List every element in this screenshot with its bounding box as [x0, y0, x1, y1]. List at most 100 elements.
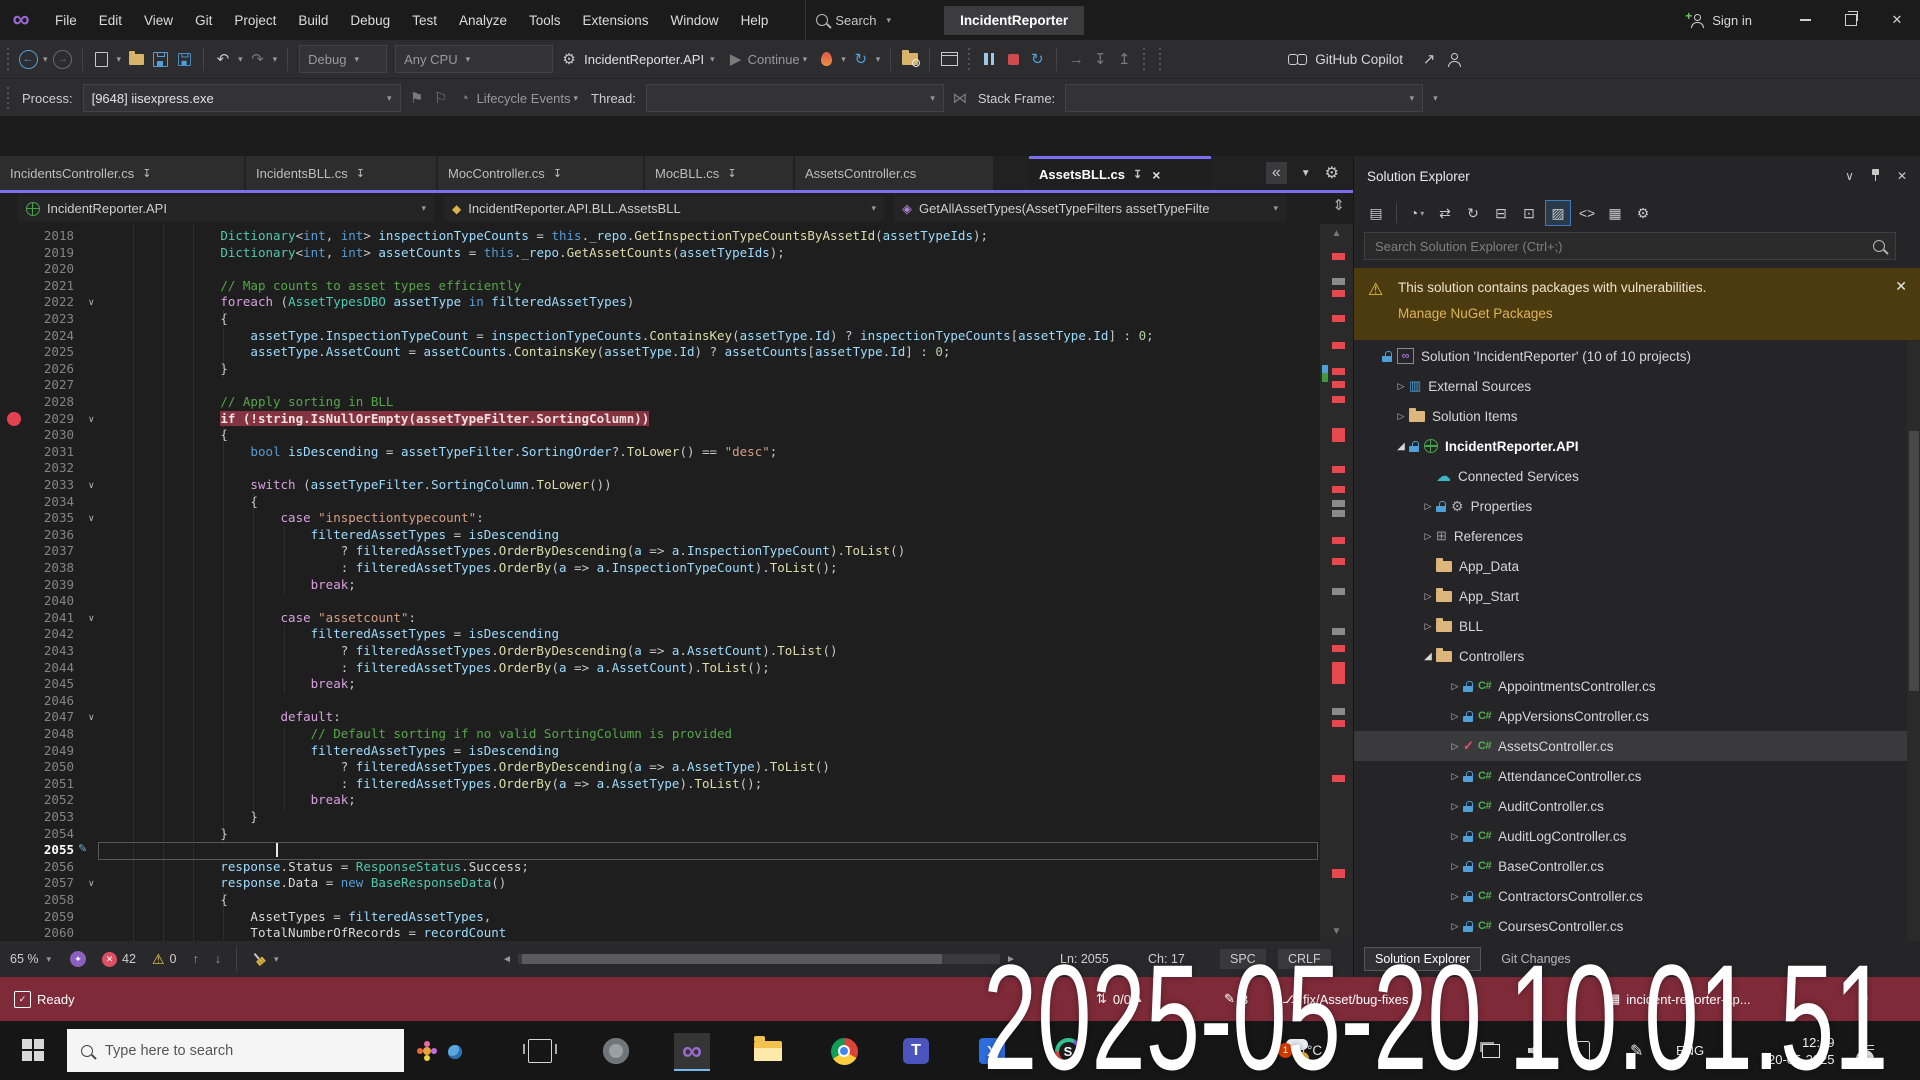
- breakpoint-margin[interactable]: [0, 726, 26, 743]
- collapsed-arrow-icon[interactable]: ▷: [1420, 621, 1436, 632]
- menu-item-file[interactable]: File: [44, 0, 88, 40]
- fold-marker[interactable]: ∨: [74, 411, 104, 428]
- pin-icon[interactable]: [1871, 169, 1880, 181]
- redo-button[interactable]: ↷: [248, 46, 268, 72]
- menu-item-help[interactable]: Help: [730, 0, 780, 40]
- zoom-dropdown[interactable]: 65 % ▾: [10, 952, 54, 966]
- tree-item-appointmentscontroller-cs[interactable]: ▷ C# AppointmentsController.cs: [1354, 671, 1907, 701]
- show-output-button[interactable]: [939, 46, 959, 72]
- collapsed-arrow-icon[interactable]: ▷: [1420, 501, 1436, 512]
- breakpoint-margin[interactable]: [0, 826, 26, 843]
- preview-selected-items-icon[interactable]: ▨: [1545, 200, 1571, 226]
- collapsed-arrow-icon[interactable]: ▷: [1447, 831, 1463, 842]
- fold-marker[interactable]: ∨: [74, 510, 104, 527]
- taskbar-app-app-gray[interactable]: [598, 1033, 634, 1069]
- menu-item-test[interactable]: Test: [401, 0, 448, 40]
- search-highlight-icon[interactable]: [448, 1045, 462, 1059]
- warning-count[interactable]: ⚠ 0: [152, 951, 177, 968]
- tree-item-properties[interactable]: ▷ ⚙ Properties: [1354, 491, 1907, 521]
- menu-item-extensions[interactable]: Extensions: [572, 0, 660, 40]
- menu-item-edit[interactable]: Edit: [88, 0, 133, 40]
- panel-close-icon[interactable]: ✕: [1897, 169, 1907, 183]
- flag-icon[interactable]: ⚑: [407, 85, 427, 111]
- breadcrumb-1[interactable]: IncidentReporter.API ▾: [18, 196, 434, 221]
- search-box[interactable]: Search ▾: [805, 0, 904, 40]
- tree-item-solution-incidentreporter-10-of-10-proje[interactable]: ∞ Solution 'IncidentReporter' (10 of 10 p…: [1354, 341, 1907, 371]
- breakpoint-margin[interactable]: [0, 228, 26, 245]
- breakpoint-margin[interactable]: [0, 543, 26, 560]
- document-health-icon[interactable]: ✦: [70, 951, 87, 967]
- tree-item-controllers[interactable]: ◢ Controllers: [1354, 641, 1907, 671]
- menu-item-git[interactable]: Git: [184, 0, 223, 40]
- breakpoint-margin[interactable]: [0, 660, 26, 677]
- menu-item-debug[interactable]: Debug: [339, 0, 401, 40]
- platform-dropdown[interactable]: Any CPU ▾: [395, 45, 554, 73]
- tree-item-auditlogcontroller-cs[interactable]: ▷ C# AuditLogController.cs: [1354, 821, 1907, 851]
- refresh-icon[interactable]: ↻: [1461, 201, 1485, 225]
- stop-debug-button[interactable]: [1003, 46, 1023, 72]
- tree-item-contractorscontroller-cs[interactable]: ▷ C# ContractorsController.cs: [1354, 881, 1907, 911]
- restart-app-button[interactable]: ↻: [851, 46, 871, 72]
- breakpoint-margin[interactable]: [0, 610, 26, 627]
- breakpoint-margin[interactable]: [0, 344, 26, 361]
- editor-tab-assetscontroller-cs[interactable]: AssetsController.cs: [795, 156, 993, 190]
- thread-dropdown[interactable]: ▾: [645, 84, 944, 112]
- pin-icon[interactable]: ↧: [1133, 168, 1142, 181]
- search-highlight-flower-icon[interactable]: [416, 1040, 438, 1062]
- next-issue-button[interactable]: ↓: [215, 952, 221, 966]
- tree-item-bll[interactable]: ▷ BLL: [1354, 611, 1907, 641]
- pause-debug-button[interactable]: [979, 46, 999, 72]
- editor-tab-assetsbll-cs[interactable]: AssetsBLL.cs ↧ ×: [1029, 156, 1211, 190]
- settings-icon[interactable]: ⚙: [1631, 201, 1655, 225]
- breakpoint-margin[interactable]: [0, 743, 26, 760]
- breakpoint-margin[interactable]: [0, 294, 26, 311]
- collapsed-arrow-icon[interactable]: ▷: [1447, 861, 1463, 872]
- maximize-button[interactable]: [1828, 0, 1874, 40]
- breakpoint-margin[interactable]: [0, 842, 26, 859]
- open-file-button[interactable]: [126, 46, 146, 72]
- taskbar-app-visual-studio[interactable]: ∞: [674, 1033, 710, 1069]
- tree-item-attendancecontroller-cs[interactable]: ▷ C# AttendanceController.cs: [1354, 761, 1907, 791]
- view-code-icon[interactable]: <>: [1575, 201, 1599, 225]
- breakpoint-margin[interactable]: [0, 792, 26, 809]
- tree-item-app-data[interactable]: App_Data: [1354, 551, 1907, 581]
- pin-icon[interactable]: ↧: [553, 167, 562, 180]
- tree-item-external-sources[interactable]: ▷ ▥ External Sources: [1354, 371, 1907, 401]
- editor-vertical-scrollbar[interactable]: ▲ ▼: [1320, 224, 1353, 941]
- process-dropdown[interactable]: [9648] iisexpress.exe ▾: [82, 84, 401, 112]
- editor-tab-moccontroller-cs[interactable]: MocController.cs ↧: [438, 156, 643, 190]
- previous-issue-button[interactable]: ↑: [192, 952, 198, 966]
- collapsed-arrow-icon[interactable]: ▷: [1447, 921, 1463, 932]
- fold-marker[interactable]: ∨: [74, 875, 104, 892]
- fold-marker[interactable]: ∨: [74, 294, 104, 311]
- pin-icon[interactable]: ↧: [727, 167, 736, 180]
- breakpoint-margin[interactable]: [0, 560, 26, 577]
- pin-icon[interactable]: ↧: [142, 167, 151, 180]
- collapsed-arrow-icon[interactable]: ▷: [1420, 591, 1436, 602]
- panel-position-chevron-icon[interactable]: ∨: [1845, 169, 1854, 183]
- breadcrumb-2[interactable]: ◆ IncidentReporter.API.BLL.AssetsBLL ▾: [444, 196, 884, 221]
- breakpoint-margin[interactable]: [0, 676, 26, 693]
- toolbar-overflow-chevron[interactable]: ▾: [1433, 93, 1438, 104]
- step-into-button[interactable]: ↧: [1090, 46, 1110, 72]
- editor-tab-mocbll-cs[interactable]: MocBLL.cs ↧: [645, 156, 793, 190]
- step-over-button[interactable]: →: [1066, 46, 1086, 72]
- expanded-arrow-icon[interactable]: ◢: [1393, 441, 1409, 452]
- breakpoint-margin[interactable]: [0, 593, 26, 610]
- collapsed-arrow-icon[interactable]: ▷: [1447, 681, 1463, 692]
- code-editor[interactable]: 2018 Dictionary<int, int> inspectionType…: [0, 224, 1353, 941]
- breakpoint-margin[interactable]: [0, 328, 26, 345]
- menu-item-view[interactable]: View: [133, 0, 184, 40]
- sync-with-active-document-icon[interactable]: ⇄: [1433, 201, 1457, 225]
- step-out-button[interactable]: ↥: [1114, 46, 1134, 72]
- breakpoint-margin[interactable]: [0, 809, 26, 826]
- editor-tab-incidentscontroller-cs[interactable]: IncidentsController.cs ↧: [0, 156, 244, 190]
- tab-options-gear-icon[interactable]: ⚙: [1325, 163, 1339, 183]
- scrollbar-up-arrow[interactable]: ▲: [1320, 228, 1353, 239]
- breakpoint-margin[interactable]: [0, 909, 26, 926]
- breakpoint-margin[interactable]: [0, 875, 26, 892]
- breakpoint-margin[interactable]: [0, 693, 26, 710]
- taskbar-app-teams[interactable]: T: [898, 1033, 934, 1069]
- collapsed-arrow-icon[interactable]: ▷: [1393, 411, 1409, 422]
- menu-item-build[interactable]: Build: [287, 0, 339, 40]
